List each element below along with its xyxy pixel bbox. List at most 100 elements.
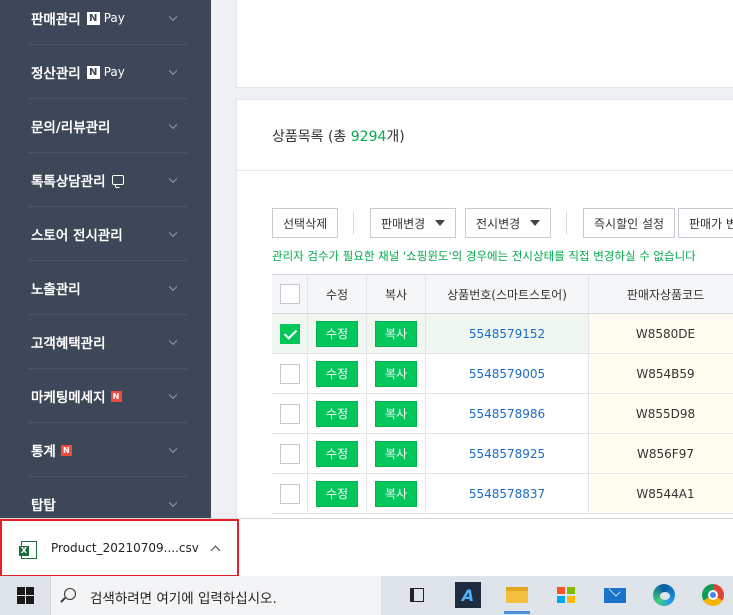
autodesk-a-icon[interactable]: A: [455, 582, 481, 608]
column-header[interactable]: 상품번호(스마트스토어): [426, 275, 589, 313]
search-icon: [64, 588, 76, 600]
sidebar-item-sales[interactable]: 판매관리 N Pay: [0, 0, 211, 45]
edit-button[interactable]: 수정: [316, 320, 358, 347]
table-header: 수정 복사 상품번호(스마트스토어) 판매자상품코드: [272, 274, 733, 314]
product-number-link[interactable]: 5548579152: [469, 327, 545, 341]
product-count: 9294: [350, 129, 387, 145]
excel-file-icon: X: [19, 541, 37, 559]
download-item[interactable]: X Product_20210709....csv: [0, 519, 239, 577]
row-checkbox[interactable]: [279, 443, 300, 464]
caret-down-icon: [435, 220, 446, 226]
row-checkbox[interactable]: [279, 403, 300, 424]
column-header: 수정: [308, 275, 367, 313]
product-number-link[interactable]: 5548578986: [469, 407, 545, 421]
sidebar-item-label: 톡톡상담관리: [31, 174, 106, 190]
divider: [566, 212, 567, 234]
seller-product-code: W855D98: [635, 406, 696, 421]
chevron-down-icon: [168, 228, 178, 238]
change-display-dropdown[interactable]: 전시변경: [465, 208, 552, 238]
sidebar-item-customer-benefit[interactable]: 고객혜택관리: [0, 315, 211, 369]
file-explorer-icon[interactable]: [504, 582, 530, 614]
product-number-link[interactable]: 5548578837: [469, 487, 545, 501]
copy-button[interactable]: 복사: [375, 360, 417, 387]
chrome-icon[interactable]: [700, 582, 726, 608]
download-bar: X Product_20210709....csv: [0, 518, 733, 577]
sidebar-item-label: 문의/리뷰관리: [31, 120, 111, 136]
product-number-link[interactable]: 5548579005: [469, 367, 545, 381]
taskbar-search-input[interactable]: 검색하려면 여기에 입력하십시오.: [50, 576, 381, 615]
sidebar-item-label: 마케팅메세지: [31, 390, 106, 406]
table-row: 수정 복사 5548578986 W855D98: [272, 394, 733, 434]
chevron-down-icon: [168, 336, 178, 346]
row-checkbox[interactable]: [279, 323, 300, 344]
sidebar-item-inquiry-review[interactable]: 문의/리뷰관리: [0, 99, 211, 153]
search-panel: [236, 0, 733, 88]
chevron-down-icon: [168, 120, 178, 130]
sidebar-item-statistics[interactable]: 통계 N: [0, 423, 211, 477]
sidebar-item-label: 고객혜택관리: [31, 336, 106, 352]
product-number-link[interactable]: 5548578925: [469, 447, 545, 461]
sidebar-item-taptap[interactable]: 탑탑: [0, 477, 211, 518]
table-row: 수정 복사 5548578925 W856F97: [272, 434, 733, 474]
chat-icon: [111, 175, 124, 185]
edge-icon[interactable]: [651, 582, 677, 608]
seller-product-code: W8580DE: [635, 326, 696, 341]
column-header[interactable]: 판매자상품코드: [589, 275, 733, 313]
windows-logo-icon: [16, 587, 34, 604]
row-checkbox[interactable]: [279, 363, 300, 384]
mail-icon[interactable]: [602, 582, 628, 608]
sidebar-item-label: 탑탑: [31, 498, 56, 514]
instant-discount-button[interactable]: 즉시할인 설정: [583, 208, 676, 238]
copy-button[interactable]: 복사: [375, 400, 417, 427]
sidebar-item-label: 노출관리: [31, 282, 81, 298]
sidebar-item-settlement[interactable]: 정산관리 N Pay: [0, 45, 211, 99]
chevron-down-icon: [168, 444, 178, 454]
chevron-down-icon: [168, 498, 178, 508]
change-sale-dropdown[interactable]: 판매변경: [370, 208, 457, 238]
sidebar-item-label: 판매관리: [31, 12, 81, 28]
chevron-down-icon: [168, 282, 178, 292]
sidebar-item-exposure[interactable]: 노출관리: [0, 261, 211, 315]
taskbar: 검색하려면 여기에 입력하십시오. A: [0, 576, 733, 615]
delete-selected-button[interactable]: 선택삭제: [272, 208, 339, 238]
seller-product-code: W8544A1: [636, 486, 695, 501]
sidebar-item-talktalk[interactable]: 톡톡상담관리: [0, 153, 211, 207]
table-row: 수정 복사 5548579005 W854B59: [272, 354, 733, 394]
task-view-icon[interactable]: [404, 582, 430, 608]
sidebar-item-marketing-message[interactable]: 마케팅메세지 N: [0, 369, 211, 423]
sidebar-item-label: 정산관리: [31, 66, 81, 82]
column-header: 복사: [367, 275, 426, 313]
start-button[interactable]: [0, 576, 50, 615]
edit-button[interactable]: 수정: [316, 360, 358, 387]
copy-button[interactable]: 복사: [375, 440, 417, 467]
download-file-name: Product_20210709....csv: [51, 541, 199, 555]
table-row: 수정 복사 5548578837 W8544A1: [272, 474, 733, 514]
divider: [353, 212, 354, 234]
edit-button[interactable]: 수정: [316, 480, 358, 507]
chevron-up-icon[interactable]: [210, 545, 221, 556]
select-all-checkbox[interactable]: [279, 284, 300, 304]
sidebar: 판매관리 N Pay 정산관리 N Pay 문의/리뷰관리 톡톡상담관리 스토어 전…: [0, 0, 211, 518]
npay-badge: N Pay: [86, 65, 125, 79]
store-icon[interactable]: [553, 582, 579, 608]
npay-badge: N Pay: [86, 11, 125, 25]
sale-price-change-button[interactable]: 판매가 변: [678, 208, 733, 238]
chevron-down-icon: [168, 66, 178, 76]
sidebar-item-store-display[interactable]: 스토어 전시관리: [0, 207, 211, 261]
row-checkbox[interactable]: [279, 483, 300, 504]
select-all-cell: [272, 275, 308, 313]
chevron-down-icon: [168, 12, 178, 22]
new-badge: N: [60, 444, 72, 456]
new-badge: N: [110, 390, 122, 402]
edit-button[interactable]: 수정: [316, 440, 358, 467]
sidebar-item-label: 통계: [31, 444, 56, 460]
copy-button[interactable]: 복사: [375, 480, 417, 507]
product-list-panel: 상품목록 (총 9294개) 선택삭제 판매변경 전시변경 즉시할인 설정 판매…: [236, 99, 733, 518]
seller-product-code: W854B59: [636, 366, 695, 381]
copy-button[interactable]: 복사: [375, 320, 417, 347]
seller-product-code: W856F97: [637, 446, 694, 461]
sidebar-item-label: 스토어 전시관리: [31, 228, 123, 244]
search-placeholder: 검색하려면 여기에 입력하십시오.: [90, 591, 277, 607]
chevron-down-icon: [168, 174, 178, 184]
edit-button[interactable]: 수정: [316, 400, 358, 427]
